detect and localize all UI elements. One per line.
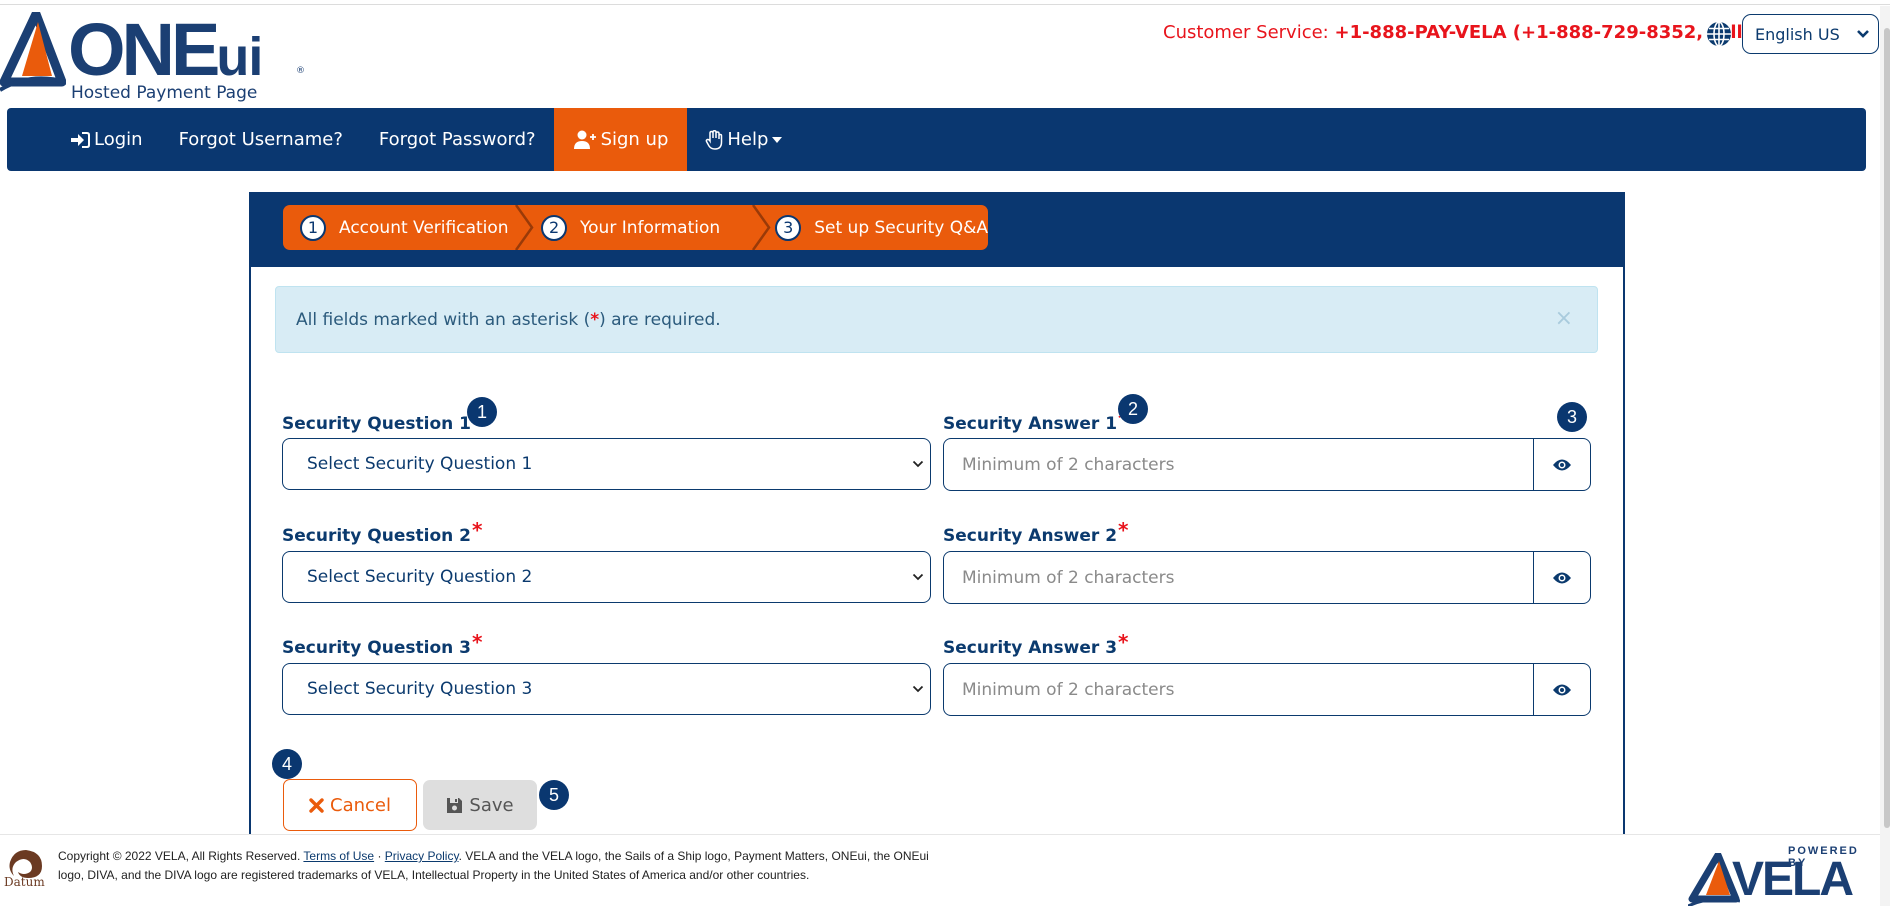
nav-forgot-username[interactable]: Forgot Username?: [161, 108, 361, 171]
step-separator-icon: [752, 205, 771, 250]
annotation-badge-5: 5: [539, 780, 569, 810]
annotation-badge-1: 1: [467, 397, 497, 427]
top-divider: [0, 4, 1890, 5]
logo-subtitle: Hosted Payment Page: [71, 83, 258, 103]
footer-copyright: Copyright © 2022 VELA, All Rights Reserv…: [58, 849, 929, 882]
toggle-visibility-3-button[interactable]: [1533, 664, 1590, 715]
security-question-2-label: Security Question 2*: [282, 518, 483, 546]
security-answer-1-group: [943, 438, 1591, 491]
eye-icon: [1553, 572, 1571, 583]
security-question-2-select[interactable]: Select Security Question 2: [282, 551, 931, 603]
toggle-visibility-1-button[interactable]: [1533, 439, 1590, 490]
chevron-down-icon: [912, 685, 924, 693]
security-question-1-label: Security Question 1*: [282, 406, 482, 434]
globe-icon: [1707, 21, 1731, 47]
datum-label: Datum: [4, 875, 45, 889]
step-label: Your Information: [580, 217, 721, 238]
user-plus-icon: [573, 130, 596, 149]
floppy-disk-icon: [447, 797, 463, 813]
security-answer-3-group: [943, 663, 1591, 716]
terms-of-use-link[interactable]: Terms of Use: [303, 849, 374, 863]
registered-mark: ®: [296, 66, 305, 76]
security-question-1-select[interactable]: Select Security Question 1: [282, 438, 931, 490]
save-button[interactable]: Save: [423, 780, 537, 830]
security-answer-3-label: Security Answer 3*: [943, 630, 1129, 658]
main-nav: Login Forgot Username? Forgot Password? …: [7, 108, 1866, 171]
close-icon[interactable]: ×: [1555, 305, 1573, 333]
required-asterisk: *: [590, 309, 600, 330]
step-number: 3: [775, 214, 802, 241]
step-number: 1: [300, 214, 326, 241]
security-question-3-label: Security Question 3*: [282, 630, 483, 658]
chevron-down-icon: [912, 573, 924, 581]
nav-forgot-password[interactable]: Forgot Password?: [361, 108, 554, 171]
chevron-down-icon: [1848, 29, 1878, 39]
caret-down-icon: [772, 136, 783, 143]
step-account-verification: 1 Account Verification: [283, 205, 514, 250]
chevron-down-icon: [912, 460, 924, 468]
security-answer-2-input[interactable]: [944, 552, 1533, 603]
security-answer-1-input[interactable]: [944, 439, 1533, 490]
step-your-information: 2 Your Information: [536, 205, 751, 250]
security-answer-1-label: Security Answer 1*: [943, 406, 1129, 434]
privacy-policy-link[interactable]: Privacy Policy: [385, 849, 459, 863]
customer-service: Customer Service: +1-888-PAY-VELA (+1-88…: [1163, 22, 1798, 43]
sail-logo-icon: [0, 12, 66, 92]
security-question-3-select[interactable]: Select Security Question 3: [282, 663, 931, 715]
nav-login[interactable]: Login: [52, 108, 161, 171]
step-security-qa: 3 Set up Security Q&A: [773, 205, 988, 250]
nav-help[interactable]: Help: [687, 108, 800, 171]
powered-by-vela-logo: POWERED BY VELA: [1688, 843, 1878, 906]
nav-sign-up[interactable]: Sign up: [553, 108, 688, 171]
customer-service-label: Customer Service:: [1163, 22, 1329, 43]
security-qa-card: 1 Account Verification 2 Your Informatio…: [249, 192, 1625, 842]
eye-icon: [1553, 684, 1571, 695]
step-separator-icon: [515, 205, 534, 250]
language-selected-value: English US: [1755, 24, 1840, 44]
footer: Datum Copyright © 2022 VELA, All Rights …: [0, 834, 1880, 906]
annotation-badge-4: 4: [272, 749, 302, 779]
annotation-badge-3: 3: [1557, 402, 1587, 432]
eye-icon: [1553, 459, 1571, 470]
times-icon: [309, 797, 324, 813]
step-label: Account Verification: [339, 217, 509, 238]
card-header: 1 Account Verification 2 Your Informatio…: [251, 194, 1623, 267]
hand-icon: [706, 129, 723, 150]
required-fields-alert: All fields marked with an asterisk (*) a…: [275, 286, 1598, 353]
annotation-badge-2: 2: [1118, 394, 1148, 424]
sign-in-icon: [71, 131, 90, 148]
language-select[interactable]: English US: [1742, 14, 1879, 54]
progress-stepper: 1 Account Verification 2 Your Informatio…: [283, 205, 988, 250]
step-label: Set up Security Q&A: [814, 217, 988, 238]
step-number: 2: [541, 214, 568, 241]
oneui-logo: ONEui ® Hosted Payment Page: [0, 8, 310, 104]
security-answer-3-input[interactable]: [944, 664, 1533, 715]
cancel-button[interactable]: Cancel: [283, 779, 417, 831]
security-answer-2-group: [943, 551, 1591, 604]
toggle-visibility-2-button[interactable]: [1533, 552, 1590, 603]
scrollbar-thumb[interactable]: [1884, 28, 1890, 828]
security-answer-2-label: Security Answer 2*: [943, 518, 1129, 546]
